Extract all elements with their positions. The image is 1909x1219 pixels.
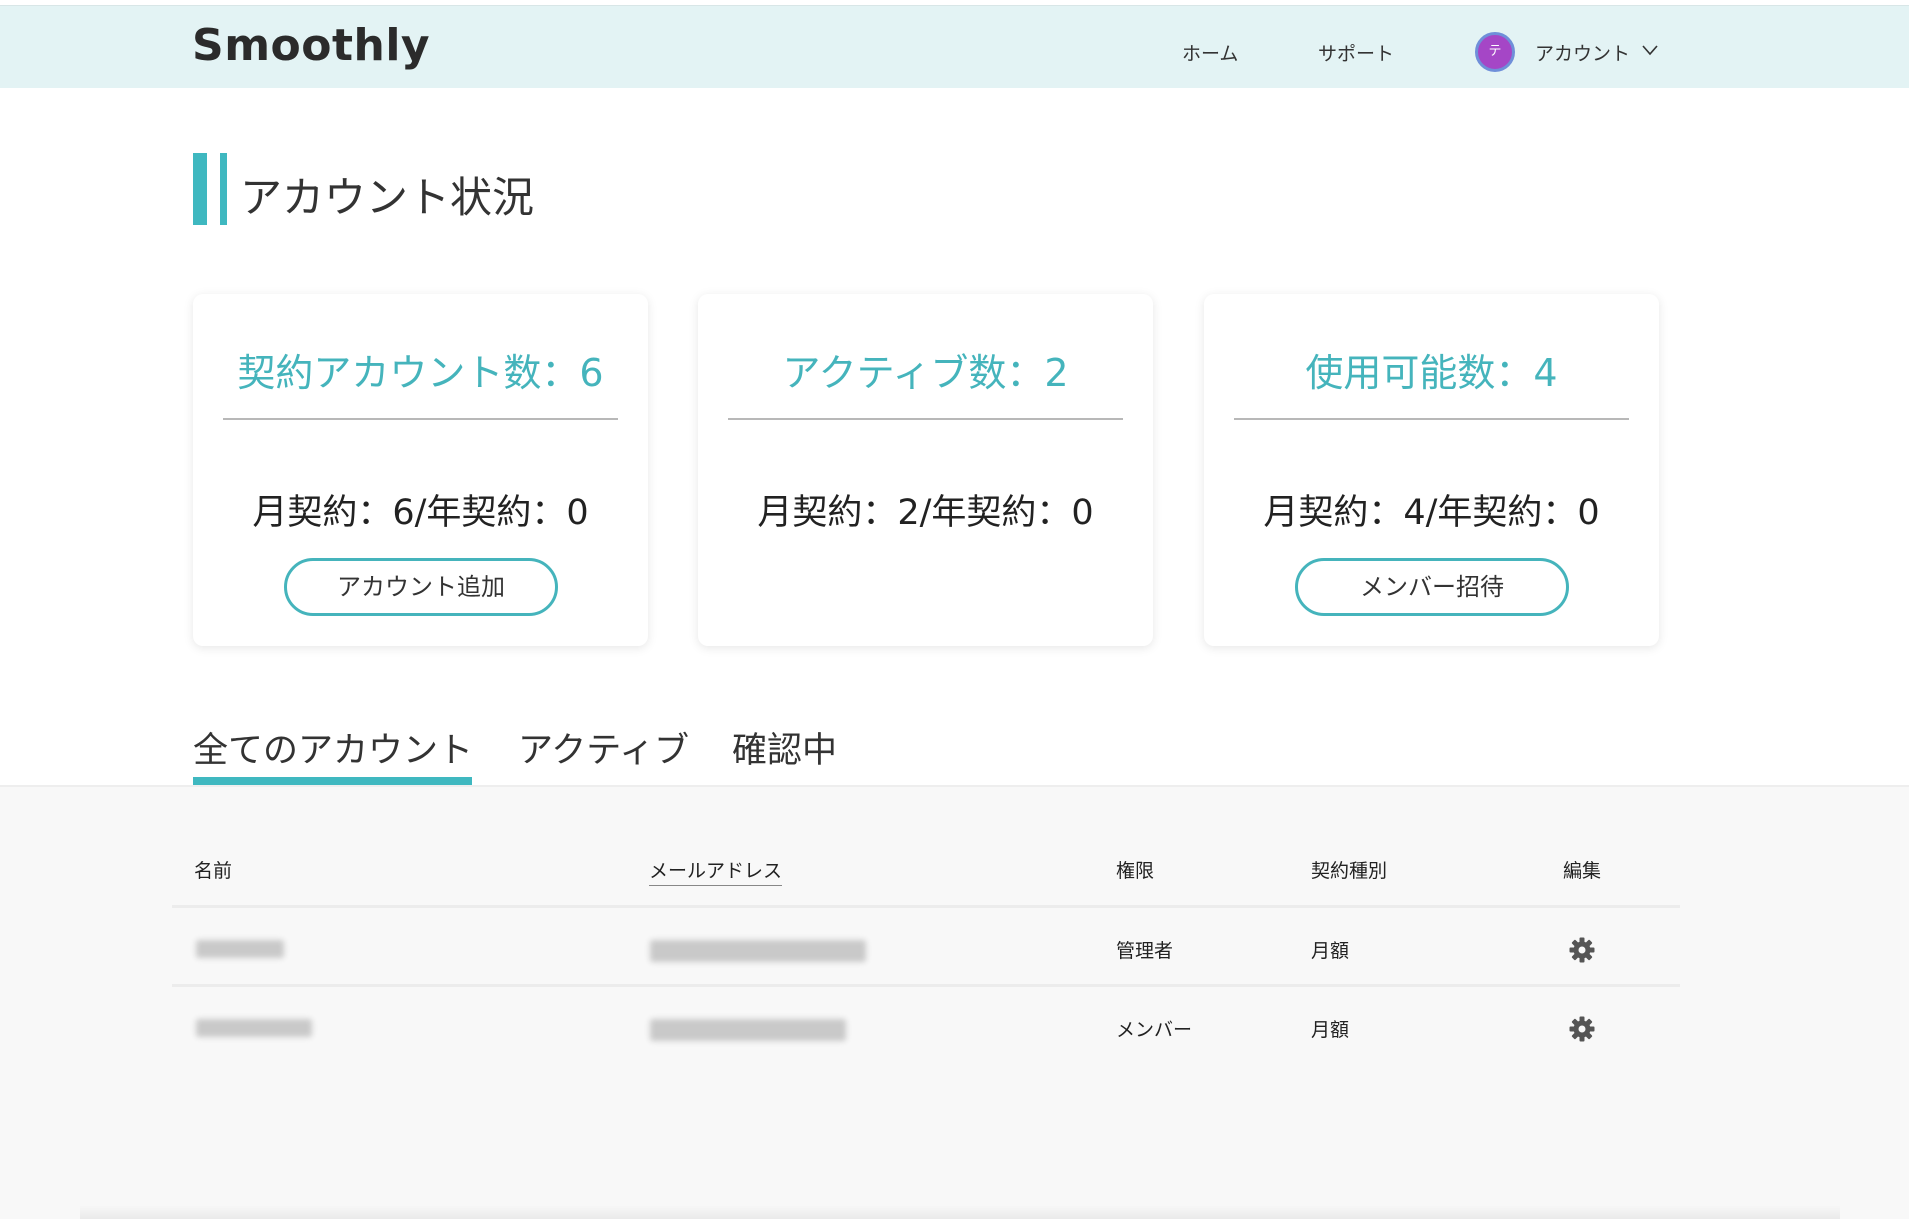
card-breakdown: 月契約：4/年契約：0 [1263,493,1600,533]
active-accounts-card: アクティブ数：2 月契約：2/年契約：0 [698,294,1153,646]
card-title: 契約アカウント数：6 [237,351,604,395]
tab-active[interactable]: アクティブ [518,722,689,773]
card-divider [223,418,618,420]
tab-all-accounts[interactable]: 全てのアカウント [193,722,473,773]
top-navbar: Smoothly ホーム サポート テ アカウント [0,5,1909,88]
tab-pending[interactable]: 確認中 [732,722,837,773]
chevron-down-icon[interactable] [1642,44,1658,56]
nav-home-link[interactable]: ホーム [1182,39,1238,66]
title-accent-bar-thin [220,153,227,225]
avatar[interactable]: テ [1475,32,1515,72]
invite-member-button[interactable]: メンバー招待 [1295,558,1569,616]
accounts-table-area [0,785,1909,1219]
row-divider [172,905,1680,908]
card-title: アクティブ数：2 [782,351,1069,395]
add-account-button[interactable]: アカウント追加 [284,558,558,616]
bottom-edge-shadow [80,1205,1840,1219]
plan-cell: 月額 [1311,940,1350,962]
column-header-email[interactable]: メールアドレス [649,856,783,886]
nav-support-link[interactable]: サポート [1318,39,1394,66]
plan-cell: 月額 [1311,1019,1350,1041]
contract-accounts-card: 契約アカウント数：6 月契約：6/年契約：0 アカウント追加 [193,294,648,646]
gear-icon[interactable] [1568,1015,1596,1043]
role-cell: メンバー [1116,1019,1193,1041]
page-title: アカウント状況 [240,173,535,222]
title-accent-bar [193,153,207,225]
column-header-name: 名前 [194,860,233,882]
card-breakdown: 月契約：6/年契約：0 [252,493,589,533]
card-divider [1234,418,1629,420]
column-header-edit: 編集 [1563,860,1602,882]
nav-account-menu[interactable]: アカウント [1535,39,1630,66]
role-cell: 管理者 [1116,940,1174,962]
redacted-email [650,1019,846,1041]
app-logo[interactable]: Smoothly [192,20,430,71]
redacted-name [196,1019,312,1037]
gear-icon[interactable] [1568,936,1596,964]
redacted-email [650,940,866,962]
available-accounts-card: 使用可能数：4 月契約：4/年契約：0 メンバー招待 [1204,294,1659,646]
column-header-plan: 契約種別 [1311,860,1388,882]
card-title: 使用可能数：4 [1305,351,1558,395]
row-divider [172,984,1680,987]
redacted-name [196,940,284,958]
card-divider [728,418,1123,420]
column-header-role: 権限 [1116,860,1155,882]
card-breakdown: 月契約：2/年契約：0 [757,493,1094,533]
